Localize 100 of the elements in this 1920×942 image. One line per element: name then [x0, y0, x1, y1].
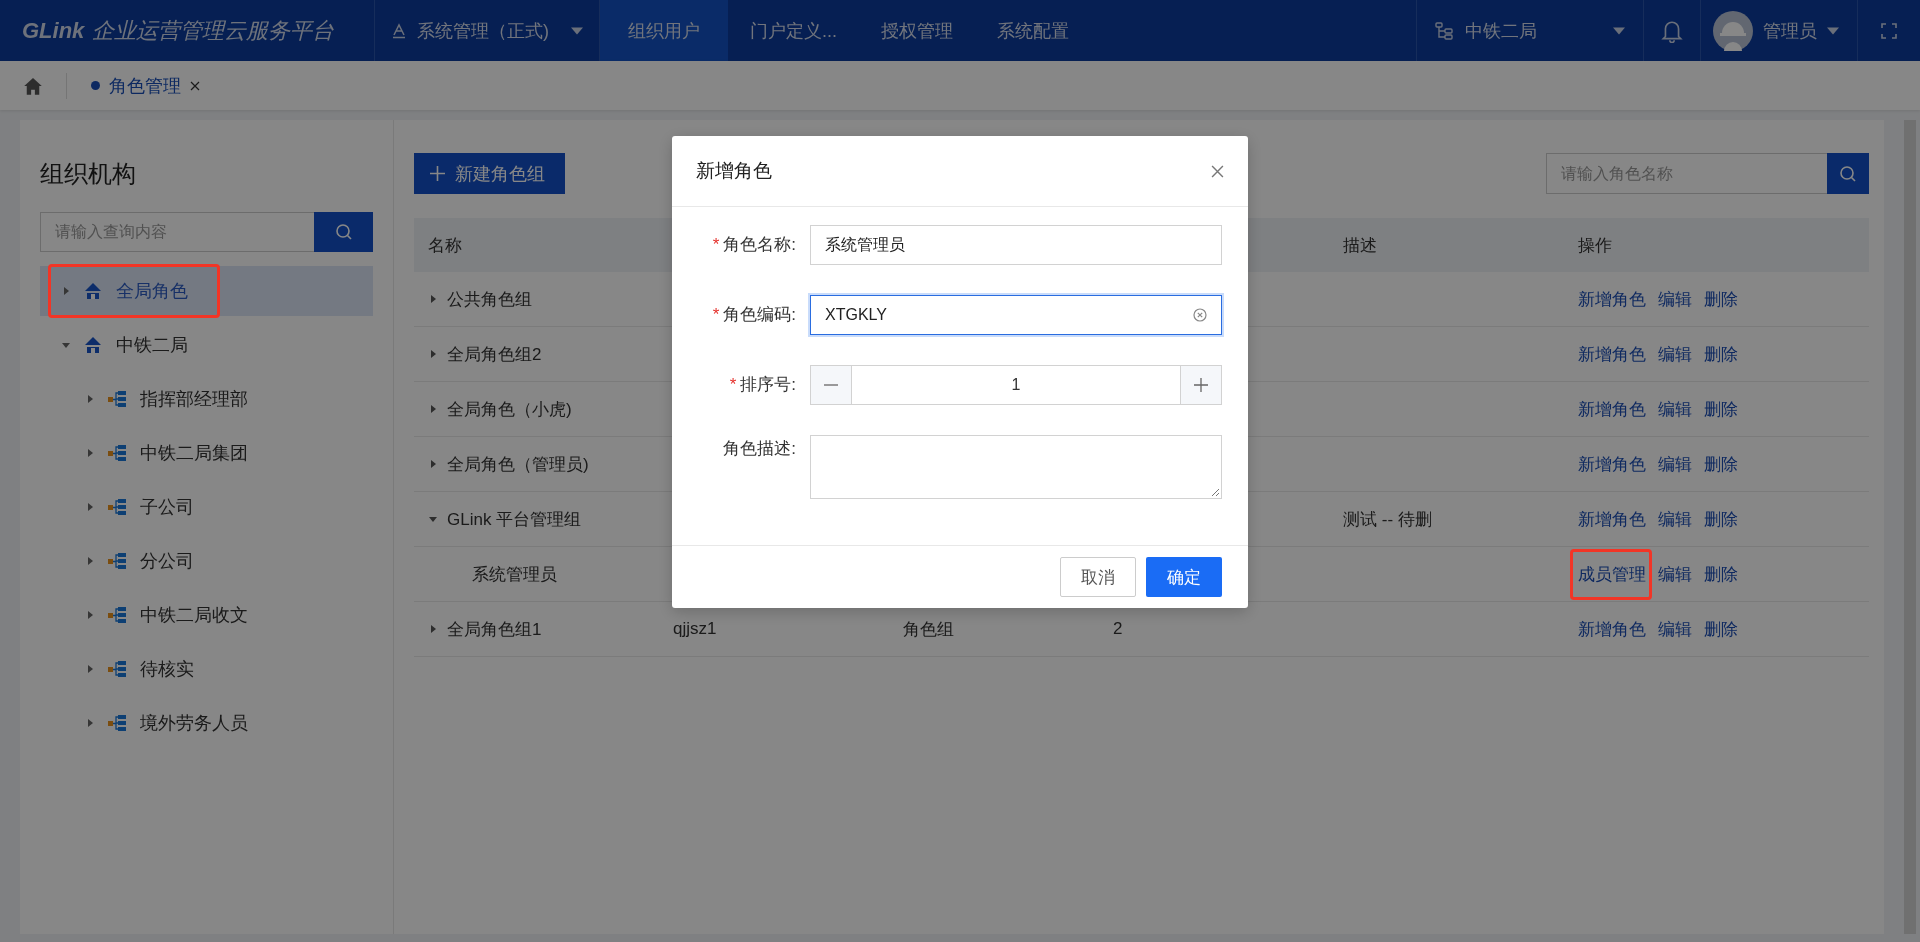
cancel-button[interactable]: 取消 — [1060, 557, 1136, 597]
avatar-icon — [1713, 10, 1753, 51]
field-label: 排序号: — [740, 374, 796, 396]
table-cell-text: 全局角色组1 — [447, 618, 542, 641]
search-icon — [334, 223, 353, 241]
caret-right-icon[interactable] — [86, 557, 94, 565]
tree-item[interactable]: 中铁二局 — [40, 318, 373, 372]
caret-icon — [1613, 26, 1625, 35]
dialog-title: 新增角色 — [696, 159, 772, 183]
close-button[interactable] — [1211, 164, 1224, 178]
active-dot-icon — [91, 81, 100, 90]
platform-title: 企业运营管理云服务平台 — [92, 16, 335, 45]
action-link[interactable]: 删除 — [1704, 342, 1738, 366]
caret-down-icon[interactable] — [429, 515, 437, 523]
action-link[interactable]: 编辑 — [1658, 562, 1692, 586]
org-chart-icon — [108, 552, 126, 570]
fullscreen-icon — [1881, 22, 1897, 39]
tree-label: 待核实 — [140, 658, 194, 681]
caret-right-icon[interactable] — [86, 503, 94, 511]
table-cell-text: 系统管理员 — [472, 563, 557, 586]
plus-icon — [1194, 378, 1208, 392]
home-icon — [23, 75, 43, 96]
org-chart-icon — [108, 714, 126, 732]
org-chart-icon — [108, 606, 126, 624]
tree-item[interactable]: 指挥部经理部 — [40, 372, 373, 426]
tree-item[interactable]: 中铁二局收文 — [40, 588, 373, 642]
letter-a-icon — [391, 22, 407, 39]
action-link[interactable]: 编辑 — [1658, 397, 1692, 421]
building-icon — [84, 336, 102, 354]
nav-tab[interactable]: 组织用户 — [600, 0, 728, 61]
search-button[interactable] — [314, 212, 373, 252]
plus-icon — [430, 166, 445, 181]
tree-label: 中铁二局收文 — [140, 604, 248, 627]
clear-icon[interactable] — [1193, 308, 1207, 322]
caret-right-icon[interactable] — [86, 611, 94, 619]
confirm-button[interactable]: 确定 — [1146, 557, 1222, 597]
action-link[interactable]: 删除 — [1704, 287, 1738, 311]
action-link[interactable]: 新增角色 — [1578, 507, 1646, 531]
user-menu[interactable]: 管理员 — [1700, 0, 1858, 61]
tree-item[interactable]: 全局角色 — [40, 266, 373, 316]
field-label: 角色编码: — [723, 304, 796, 326]
tree-label: 境外劳务人员 — [140, 712, 248, 735]
action-link[interactable]: 新增角色 — [1578, 397, 1646, 421]
action-link[interactable]: 新增角色 — [1578, 342, 1646, 366]
caret-right-icon[interactable] — [429, 625, 437, 633]
action-link[interactable]: 删除 — [1704, 452, 1738, 476]
action-link[interactable]: 删除 — [1704, 397, 1738, 421]
action-link[interactable]: 删除 — [1704, 562, 1738, 586]
tree-item[interactable]: 分公司 — [40, 534, 373, 588]
caret-right-icon[interactable] — [429, 405, 437, 413]
tree-label: 中铁二局集团 — [140, 442, 248, 465]
action-link[interactable]: 删除 — [1704, 617, 1738, 641]
caret-icon — [1827, 26, 1839, 35]
tree-label: 子公司 — [140, 496, 194, 519]
table-cell-text: 全局角色（小虎) — [447, 398, 572, 421]
action-link[interactable]: 删除 — [1704, 507, 1738, 531]
org-chart-icon — [108, 498, 126, 516]
column-header: 名称 — [428, 234, 462, 257]
action-link[interactable]: 编辑 — [1658, 452, 1692, 476]
action-link[interactable]: 新增角色 — [1578, 287, 1646, 311]
caret-down-icon[interactable] — [62, 341, 70, 349]
caret-right-icon[interactable] — [86, 719, 94, 727]
action-link[interactable]: 编辑 — [1658, 342, 1692, 366]
caret-icon — [571, 26, 583, 35]
caret-right-icon[interactable] — [429, 460, 437, 468]
field-label: 角色描述: — [723, 438, 796, 460]
page-tab[interactable]: 角色管理 — [67, 73, 224, 98]
caret-right-icon[interactable] — [62, 287, 70, 295]
text-field[interactable]: 系统管理员 — [810, 225, 1222, 265]
table-cell-text: 测试 -- 待删 — [1343, 508, 1432, 531]
action-link[interactable]: 新增角色 — [1578, 617, 1646, 641]
tree-item[interactable]: 境外劳务人员 — [40, 696, 373, 750]
action-link[interactable]: 编辑 — [1658, 617, 1692, 641]
action-link[interactable]: 编辑 — [1658, 287, 1692, 311]
new-group-button[interactable]: 新建角色组 — [414, 153, 565, 194]
caret-right-icon[interactable] — [429, 350, 437, 358]
caret-right-icon[interactable] — [86, 665, 94, 673]
column-header: 操作 — [1578, 234, 1612, 257]
nav-tab[interactable]: 门户定义... — [728, 0, 859, 61]
tree-item[interactable]: 中铁二局集团 — [40, 426, 373, 480]
caret-right-icon[interactable] — [86, 395, 94, 403]
table-cell: 2 — [1113, 619, 1123, 639]
increment-button[interactable] — [1181, 366, 1221, 404]
close-icon — [1211, 164, 1224, 178]
search-button[interactable] — [1827, 153, 1869, 194]
tree-item[interactable]: 子公司 — [40, 480, 373, 534]
caret-right-icon[interactable] — [429, 295, 437, 303]
search-icon — [1839, 164, 1857, 183]
text-field[interactable]: XTGKLY — [810, 295, 1222, 335]
action-link[interactable]: 编辑 — [1658, 507, 1692, 531]
caret-right-icon[interactable] — [86, 449, 94, 457]
close-icon[interactable] — [190, 80, 200, 91]
tree-label: 全局角色 — [116, 280, 188, 303]
resize-grip-icon — [1211, 488, 1219, 496]
required-mark: * — [712, 304, 720, 326]
tree-item[interactable]: 待核实 — [40, 642, 373, 696]
nav-tab[interactable]: 系统配置 — [975, 0, 1091, 61]
action-link[interactable]: 成员管理 — [1578, 562, 1646, 586]
nav-tab[interactable]: 授权管理 — [859, 0, 975, 61]
action-link[interactable]: 新增角色 — [1578, 452, 1646, 476]
